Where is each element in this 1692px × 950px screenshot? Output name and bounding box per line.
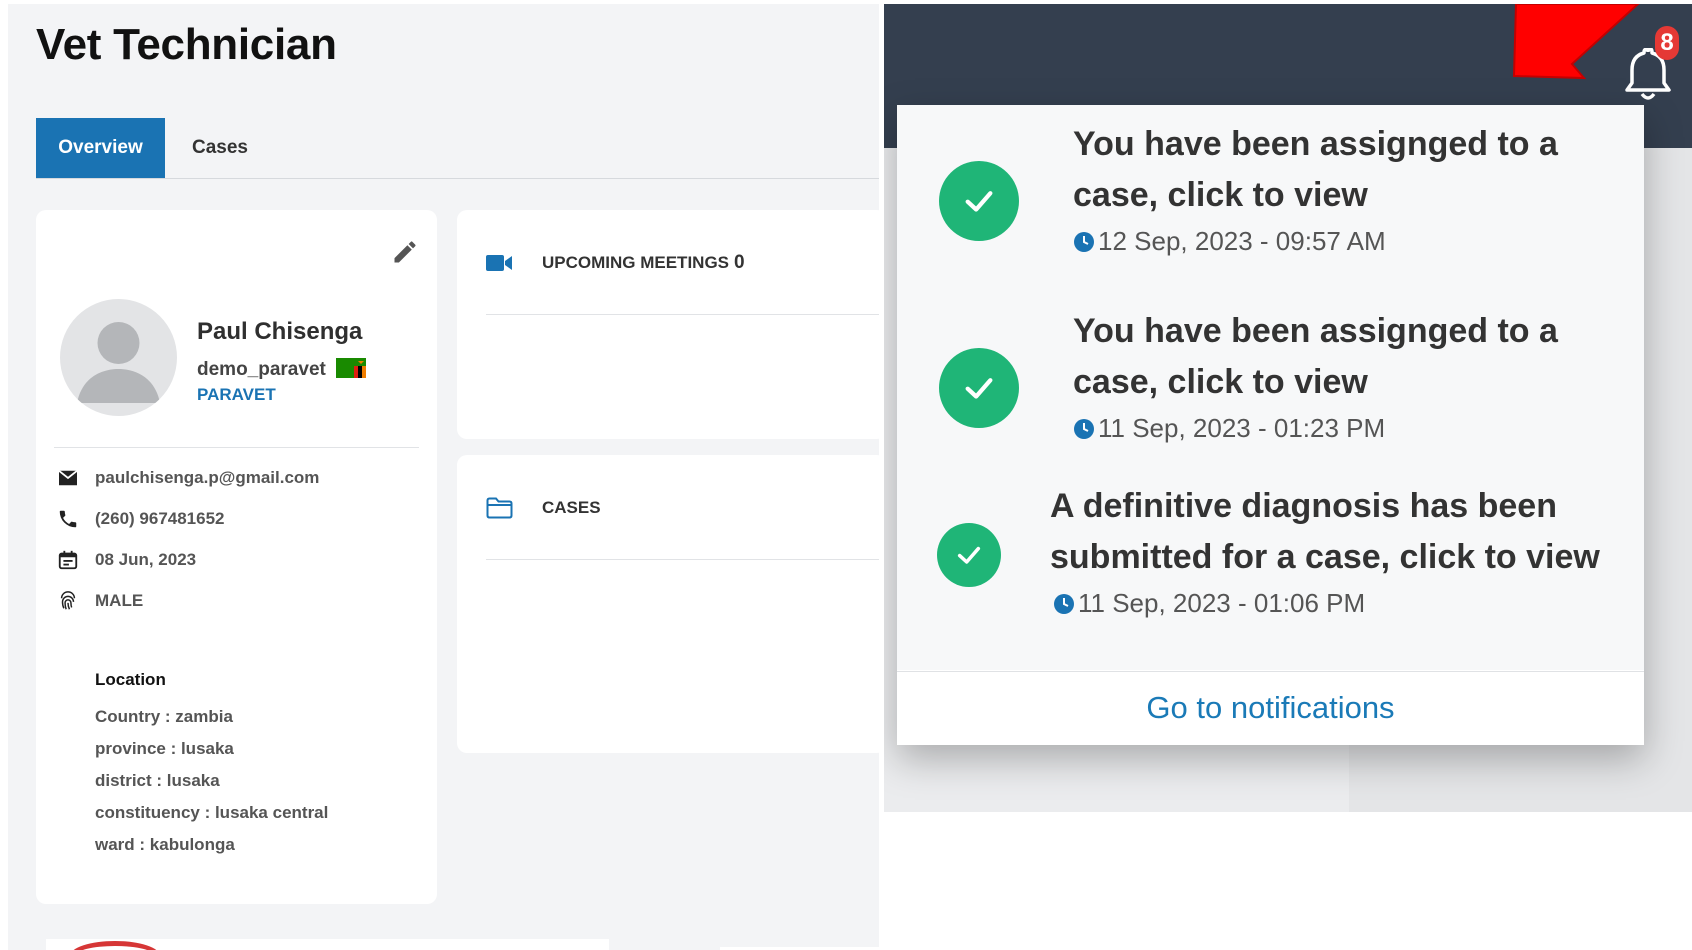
gender-text: MALE xyxy=(95,591,144,610)
profile-username: demo_paravet xyxy=(197,358,367,381)
tab-bar: Overview Cases xyxy=(36,118,879,179)
date-text: 08 Jun, 2023 xyxy=(95,550,197,569)
cases-label: CASES xyxy=(542,498,601,517)
clock-icon xyxy=(1074,231,1094,252)
notifications-dropdown: You have been assignged to a case, click… xyxy=(897,105,1644,745)
profile-role: PARAVET xyxy=(197,385,276,404)
notification-time: 12 Sep, 2023 - 09:57 AM xyxy=(1073,226,1386,257)
clock-icon xyxy=(1074,418,1094,439)
location-country: Country : zambia xyxy=(95,707,233,726)
divider xyxy=(486,559,879,560)
location-title: Location xyxy=(95,670,166,689)
location-district: district : lusaka xyxy=(95,771,220,790)
divider xyxy=(486,314,879,315)
meetings-label: UPCOMING MEETINGS xyxy=(542,253,730,272)
notification-time-text: 12 Sep, 2023 - 09:57 AM xyxy=(1098,226,1386,256)
notification-time-text: 11 Sep, 2023 - 01:23 PM xyxy=(1098,413,1386,443)
notification-time: 11 Sep, 2023 - 01:06 PM xyxy=(1053,588,1365,619)
notification-item[interactable]: A definitive diagnosis has been submitte… xyxy=(897,481,1644,670)
calendar-icon xyxy=(56,548,80,572)
notification-message: You have been assignged to a case, click… xyxy=(1073,119,1558,221)
notification-message: You have been assignged to a case, click… xyxy=(1073,306,1558,408)
cases-header: CASES xyxy=(486,497,601,519)
notification-panel-zoom: 8 You have been assignged to a case, cli… xyxy=(884,4,1692,812)
avatar xyxy=(60,299,177,416)
notification-item[interactable]: You have been assignged to a case, click… xyxy=(897,105,1644,293)
date-row: 08 Jun, 2023 xyxy=(56,546,196,574)
vet-profile-page: Vet Technician Overview Cases Paul Chise… xyxy=(8,4,879,950)
location-province: province : lusaka xyxy=(95,739,234,758)
phone-row: (260) 967481652 xyxy=(56,505,225,533)
profile-name: Paul Chisenga xyxy=(197,318,363,345)
upcoming-meetings-card[interactable]: UPCOMING MEETINGS 0 xyxy=(457,210,879,439)
location-constituency: constituency : lusaka central xyxy=(95,803,329,822)
username-text: demo_paravet xyxy=(197,359,326,380)
notification-time: 11 Sep, 2023 - 01:23 PM xyxy=(1073,413,1385,444)
envelope-icon xyxy=(56,466,80,490)
user-silhouette-icon xyxy=(77,322,160,403)
fingerprint-icon xyxy=(56,589,80,613)
notification-time-text: 11 Sep, 2023 - 01:06 PM xyxy=(1078,588,1366,618)
tab-cases[interactable]: Cases xyxy=(165,118,275,178)
notification-line: submitted for a case, click to view xyxy=(1050,538,1600,576)
notification-message: A definitive diagnosis has been submitte… xyxy=(1050,481,1600,583)
check-circle-icon xyxy=(937,523,1001,587)
notifications-list: You have been assignged to a case, click… xyxy=(897,105,1644,670)
phone-icon xyxy=(56,507,80,531)
profile-card: Paul Chisenga demo_paravet PARAVET paulc… xyxy=(36,210,437,904)
divider xyxy=(54,447,419,448)
pencil-icon xyxy=(394,241,416,263)
tab-overview[interactable]: Overview xyxy=(36,118,165,178)
notification-line: You have been assignged to a xyxy=(1073,312,1558,350)
video-camera-icon xyxy=(486,255,512,271)
notification-line: case, click to view xyxy=(1073,176,1368,214)
cases-card[interactable]: CASES xyxy=(457,455,879,753)
notification-line: You have been assignged to a xyxy=(1073,125,1558,163)
notifications-footer: Go to notifications xyxy=(897,671,1644,745)
gender-row: MALE xyxy=(56,587,143,615)
meetings-count: 0 xyxy=(734,252,745,273)
email-row: paulchisenga.p@gmail.com xyxy=(56,464,319,492)
check-circle-icon xyxy=(939,161,1019,241)
edit-profile-button[interactable] xyxy=(391,238,419,266)
location-ward: ward : kabulonga xyxy=(95,835,235,854)
folder-icon xyxy=(486,497,513,519)
notification-count-badge: 8 xyxy=(1655,26,1679,60)
clock-icon xyxy=(1054,593,1074,614)
check-circle-icon xyxy=(939,348,1019,428)
zambia-flag-icon xyxy=(336,358,367,378)
phone-text: (260) 967481652 xyxy=(95,509,225,528)
notification-line: case, click to view xyxy=(1073,363,1368,401)
notification-item[interactable]: You have been assignged to a case, click… xyxy=(897,293,1644,481)
notification-line: A definitive diagnosis has been xyxy=(1050,487,1557,525)
email-text: paulchisenga.p@gmail.com xyxy=(95,468,320,487)
meetings-header: UPCOMING MEETINGS 0 xyxy=(486,252,745,274)
page-title: Vet Technician xyxy=(36,20,337,69)
go-to-notifications-link[interactable]: Go to notifications xyxy=(897,690,1644,726)
